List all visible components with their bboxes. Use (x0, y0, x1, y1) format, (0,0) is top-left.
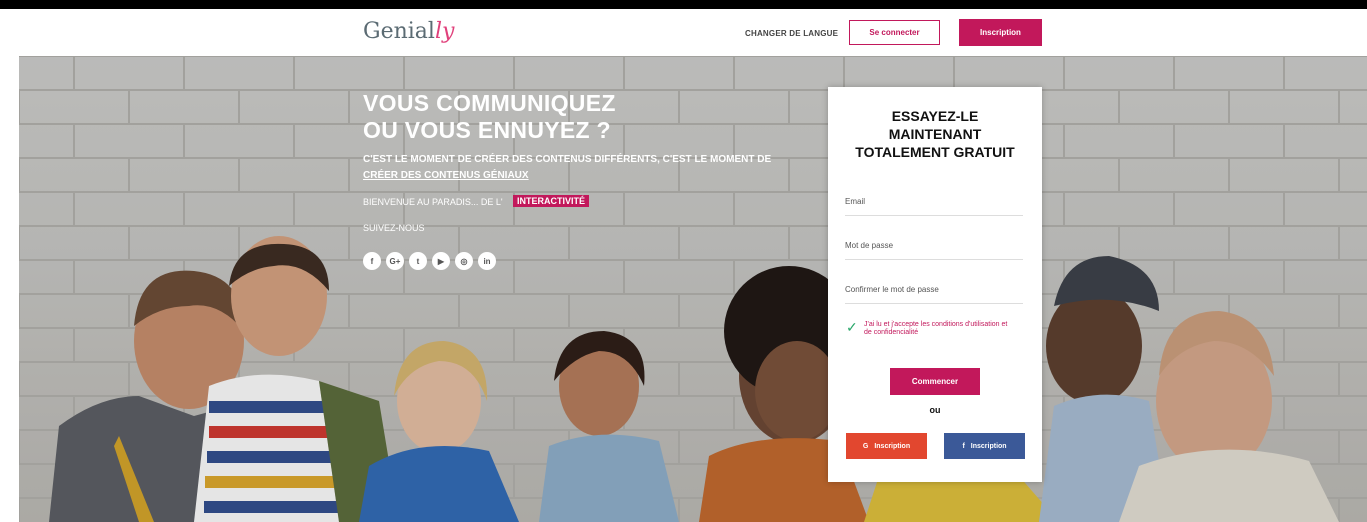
change-language-link[interactable]: CHANGER DE LANGUE (745, 29, 838, 38)
facebook-icon[interactable]: f (363, 252, 381, 270)
welcome-text: BIENVENUE AU PARADIS... DE L' (363, 197, 503, 207)
logo-text: Genial (363, 19, 435, 44)
confirm-password-placeholder: Confirmer le mot de passe (845, 285, 939, 294)
genial-content-link[interactable]: CRÉER DES CONTENUS GÉNIAUX (363, 170, 529, 181)
headline-line-2: OU VOUS ENNUYEZ ? (363, 117, 611, 143)
signup-button[interactable]: Inscription (959, 19, 1042, 46)
hero-subline: C'EST LE MOMENT DE CRÉER DES CONTENUS DI… (363, 152, 783, 184)
instagram-icon[interactable]: ◎ (455, 252, 473, 270)
hero-headline: VOUS COMMUNIQUEZ OU VOUS ENNUYEZ ? (363, 90, 616, 144)
genially-logo[interactable]: Genially (363, 19, 454, 44)
or-separator: ou (929, 405, 941, 415)
terms-checkbox-label[interactable]: J'ai lu et j'accepte les conditions d'ut… (864, 321, 1014, 337)
follow-us-label: SUIVEZ-NOUS (363, 223, 425, 233)
title-line-3: TOTALEMENT GRATUIT (855, 144, 1015, 160)
google-signup-label: Inscription (874, 442, 911, 450)
confirm-password-field[interactable]: Confirmer le mot de passe (845, 281, 1023, 304)
signup-card: ESSAYEZ-LE MAINTENANT TOTALEMENT GRATUIT… (828, 87, 1042, 482)
linkedin-icon[interactable]: in (478, 252, 496, 270)
facebook-signup-label: Inscription (970, 442, 1007, 450)
password-placeholder: Mot de passe (845, 241, 894, 250)
logo-text-tail: ly (434, 19, 455, 44)
google-signup-button[interactable]: G Inscription (846, 433, 927, 459)
password-field[interactable]: Mot de passe (845, 237, 1023, 260)
twitter-icon[interactable]: t (409, 252, 427, 270)
title-line-2: MAINTENANT (888, 126, 982, 142)
email-placeholder: Email (845, 197, 866, 206)
hero-photo-people (19, 56, 1367, 522)
hero-banner (19, 56, 1367, 522)
social-icons: f G+ t ▶ ◎ in (363, 252, 496, 270)
google-icon: G (862, 442, 869, 450)
youtube-icon[interactable]: ▶ (432, 252, 450, 270)
google-plus-icon[interactable]: G+ (386, 252, 404, 270)
facebook-icon: f (962, 442, 965, 450)
login-button[interactable]: Se connecter (849, 20, 940, 45)
check-icon[interactable]: ✓ (846, 319, 858, 336)
start-button[interactable]: Commencer (890, 368, 980, 395)
interactivity-badge: INTERACTIVITÉ (513, 195, 590, 207)
headline-line-1: VOUS COMMUNIQUEZ (363, 90, 616, 116)
facebook-signup-button[interactable]: f Inscription (944, 433, 1025, 459)
signup-card-title: ESSAYEZ-LE MAINTENANT TOTALEMENT GRATUIT (828, 107, 1042, 161)
email-field[interactable]: Email (845, 193, 1023, 216)
site-header: Genially CHANGER DE LANGUE Se connecter … (0, 9, 1367, 56)
top-black-bar (0, 0, 1367, 9)
title-line-1: ESSAYEZ-LE (891, 108, 979, 124)
subline-text: C'EST LE MOMENT DE CRÉER DES CONTENUS DI… (363, 154, 772, 165)
